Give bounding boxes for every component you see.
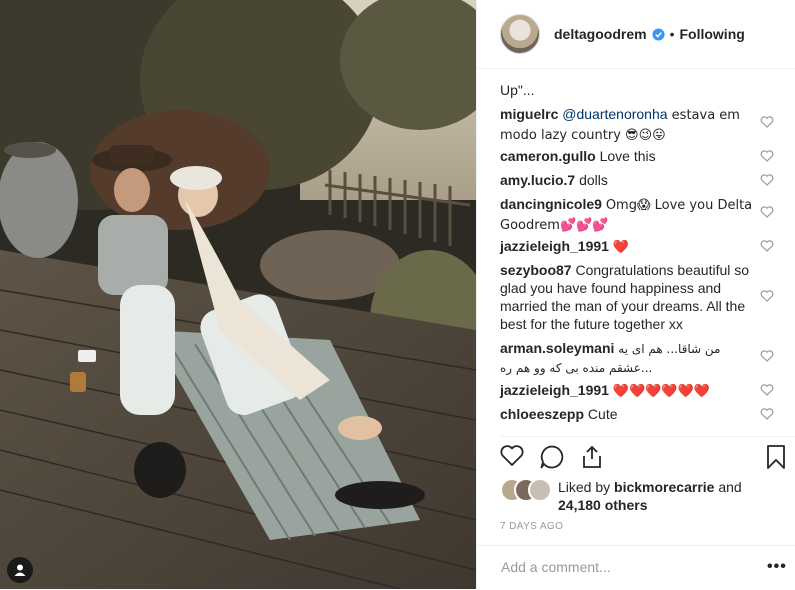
comment-text: ❤️ <box>612 240 630 255</box>
share-icon[interactable] <box>579 444 605 470</box>
post-side-panel: deltagoodrem • Following Up"... miguelrc… <box>476 0 795 589</box>
author-username[interactable]: deltagoodrem <box>554 26 647 42</box>
photo-illustration <box>0 0 476 589</box>
heart-icon[interactable] <box>760 383 774 397</box>
likes-middle: and <box>714 479 742 495</box>
comment-icon[interactable] <box>539 444 565 470</box>
comment-item: arman.soleymani من شاقا... هم ای یه عشقم… <box>500 339 755 377</box>
heart-icon[interactable] <box>760 173 774 187</box>
likes-prefix: Liked by <box>558 479 615 495</box>
comment-item: chloeeszepp Cute <box>500 405 755 423</box>
more-options-button[interactable]: ••• <box>767 558 787 576</box>
comment-username[interactable]: miguelrc <box>500 106 558 122</box>
comment-text: ❤️❤️❤️❤️❤️❤️ <box>612 384 710 399</box>
post-timestamp[interactable]: 7 DAYS AGO <box>500 521 563 532</box>
comment-item: sezyboo87 Congratulations beautiful so g… <box>500 261 755 333</box>
divider <box>500 436 795 437</box>
post-header: deltagoodrem • Following <box>477 0 795 69</box>
heart-icon[interactable] <box>760 205 774 219</box>
user-tag-button[interactable] <box>7 557 33 583</box>
like-heart-icon[interactable] <box>499 444 525 468</box>
post-actions <box>477 442 795 472</box>
comment-username[interactable]: arman.soleymani <box>500 340 614 356</box>
comment-cutoff-text: Up"... <box>500 82 535 98</box>
comment-item: amy.lucio.7 dolls <box>500 171 755 189</box>
comment-username[interactable]: sezyboo87 <box>500 262 572 278</box>
heart-icon[interactable] <box>760 115 774 129</box>
heart-icon[interactable] <box>760 149 774 163</box>
comment-item: jazzieleigh_1991 ❤️ <box>500 237 755 257</box>
heart-icon[interactable] <box>760 349 774 363</box>
comment-text: Cute <box>587 406 618 422</box>
comment-mention[interactable]: @duartenoronha <box>562 106 667 122</box>
heart-icon[interactable] <box>760 289 774 303</box>
comment-username[interactable]: jazzieleigh_1991 <box>500 238 609 254</box>
heart-icon[interactable] <box>760 239 774 253</box>
comment-text: Love this <box>599 148 656 164</box>
comments-list[interactable]: Up"... miguelrc @duartenoronha estava em… <box>477 69 795 436</box>
comment-username[interactable]: dancingnicole9 <box>500 196 602 212</box>
comment-item: dancingnicole9 Omg😱 Love you Delta Goodr… <box>500 195 755 235</box>
comment-username[interactable]: amy.lucio.7 <box>500 172 575 188</box>
comment-item: miguelrc @duartenoronha estava em modo l… <box>500 105 755 145</box>
likes-summary: Liked by bickmorecarrie and 24,180 other… <box>500 478 790 518</box>
author-avatar[interactable] <box>500 14 540 54</box>
likes-count[interactable]: 24,180 others <box>558 497 648 513</box>
comment-item: cameron.gullo Love this <box>500 147 755 165</box>
follow-status-button[interactable]: Following <box>679 26 744 42</box>
comment-text: dolls <box>579 172 608 188</box>
verified-icon <box>652 27 665 41</box>
liker-username[interactable]: bickmorecarrie <box>614 479 714 495</box>
post-photo[interactable] <box>0 0 476 589</box>
comment-username[interactable]: jazzieleigh_1991 <box>500 382 609 398</box>
comment-username[interactable]: cameron.gullo <box>500 148 596 164</box>
header-separator: • <box>669 26 675 42</box>
heart-icon[interactable] <box>760 407 774 421</box>
comment-username[interactable]: chloeeszepp <box>500 406 584 422</box>
user-tag-icon <box>14 564 26 576</box>
add-comment-input[interactable] <box>499 558 743 576</box>
add-comment-bar: ••• <box>477 545 795 590</box>
liker-avatar[interactable] <box>528 478 552 502</box>
bookmark-icon[interactable] <box>765 444 787 470</box>
comment-item: jazzieleigh_1991 ❤️❤️❤️❤️❤️❤️ <box>500 381 755 401</box>
likes-text: Liked by bickmorecarrie and 24,180 other… <box>558 478 795 514</box>
